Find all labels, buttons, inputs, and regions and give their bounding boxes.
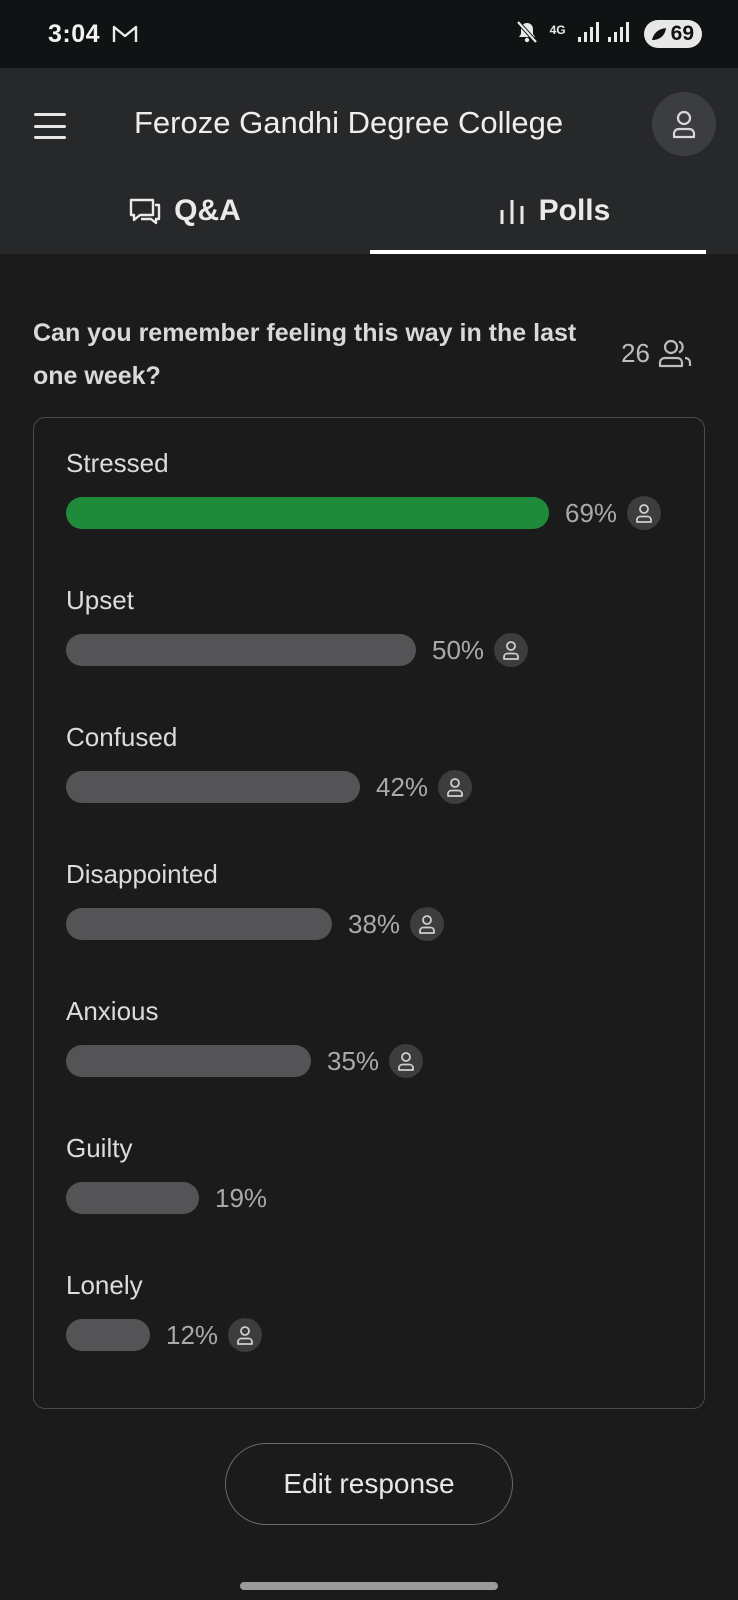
poll-option-bar — [66, 1045, 311, 1077]
voter-avatar-icon — [494, 633, 529, 667]
edit-response-button[interactable]: Edit response — [225, 1443, 513, 1525]
poll-option-label: Disappointed — [66, 859, 218, 889]
poll-option-disappointed[interactable]: Disappointed 38% — [66, 859, 686, 969]
home-indicator — [240, 1582, 498, 1590]
poll-option-percent: 38% — [348, 908, 401, 939]
poll-option-percent: 42% — [376, 771, 429, 802]
tab-polls-label: Polls — [538, 194, 611, 227]
poll-option-result: 35% — [66, 1044, 424, 1078]
menu-button[interactable] — [30, 108, 70, 144]
poll-option-bar — [66, 771, 360, 803]
poll-option-result: 38% — [66, 907, 445, 941]
poll-option-label: Guilty — [66, 1133, 133, 1163]
poll-option-percent: 12% — [166, 1319, 219, 1350]
voter-count[interactable]: 26 — [621, 337, 694, 369]
signal-icon — [576, 21, 634, 48]
poll-option-stressed[interactable]: Stressed 69% — [66, 448, 686, 558]
voter-count-value: 26 — [621, 337, 650, 368]
battery-icon: 69 — [643, 20, 702, 48]
user-icon — [672, 110, 696, 139]
status-bar: 3:04 4G 69 — [0, 0, 738, 68]
poll-option-lonely[interactable]: Lonely 12% — [66, 1270, 686, 1380]
voter-avatar-icon — [627, 496, 662, 530]
poll-card: Stressed 69% Upset 50% Confused 42% Disappoint… — [33, 417, 705, 1409]
poll-option-anxious[interactable]: Anxious 35% — [66, 996, 686, 1106]
status-time: 3:04 — [48, 19, 101, 48]
poll-option-result: 12% — [66, 1318, 263, 1352]
poll-option-upset[interactable]: Upset 50% — [66, 585, 686, 695]
tab-bar: Q&A Polls — [0, 180, 738, 254]
poll-option-percent: 69% — [565, 497, 618, 528]
tab-qa[interactable]: Q&A — [0, 180, 369, 254]
poll-option-bar — [66, 908, 332, 940]
tab-polls[interactable]: Polls — [369, 180, 738, 254]
poll-option-result: 42% — [66, 770, 473, 804]
chat-bubbles-icon — [129, 198, 161, 225]
poll-option-label: Lonely — [66, 1270, 143, 1300]
app-header: Feroze Gandhi Degree College Q&A Polls — [0, 68, 738, 254]
poll-option-bar — [66, 634, 416, 666]
gmail-icon — [112, 24, 138, 44]
users-icon — [658, 339, 692, 368]
poll-option-label: Anxious — [66, 996, 159, 1026]
poll-option-label: Upset — [66, 585, 134, 615]
page-title: Feroze Gandhi Degree College — [134, 105, 564, 140]
poll-option-percent: 35% — [327, 1045, 380, 1076]
poll-option-percent: 19% — [215, 1182, 268, 1213]
poll-option-guilty[interactable]: Guilty 19% — [66, 1133, 686, 1243]
poll-option-result: 19% — [66, 1181, 267, 1215]
poll-option-bar — [66, 1319, 150, 1351]
profile-button[interactable] — [652, 92, 716, 156]
voter-avatar-icon — [438, 770, 473, 804]
tab-qa-label: Q&A — [174, 194, 241, 227]
status-indicators: 4G 69 — [514, 19, 702, 50]
poll-option-label: Stressed — [66, 448, 169, 478]
battery-level: 69 — [670, 22, 694, 45]
poll-option-bar — [66, 497, 549, 529]
poll-option-percent: 50% — [432, 634, 485, 665]
bar-chart-icon — [500, 200, 524, 224]
poll-option-result: 50% — [66, 633, 529, 667]
voter-avatar-icon — [410, 907, 445, 941]
poll-option-result: 69% — [66, 496, 662, 530]
poll-option-confused[interactable]: Confused 42% — [66, 722, 686, 832]
poll-option-bar — [66, 1182, 199, 1214]
network-type: 4G — [549, 23, 566, 37]
mute-icon — [514, 19, 540, 50]
voter-avatar-icon — [389, 1044, 424, 1078]
poll-question: Can you remember feeling this way in the… — [33, 319, 577, 390]
poll-option-label: Confused — [66, 722, 178, 752]
voter-avatar-icon — [228, 1318, 263, 1352]
